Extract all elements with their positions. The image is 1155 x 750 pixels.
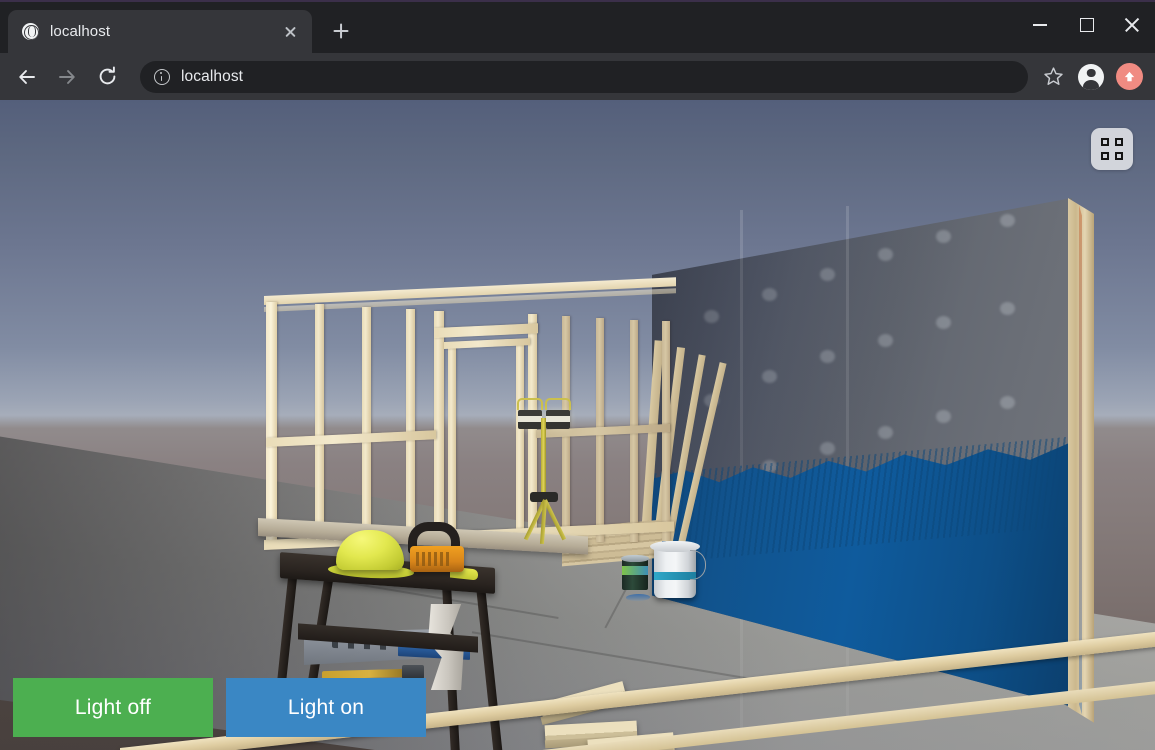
maximize-button[interactable] <box>1063 2 1109 46</box>
fullscreen-icon <box>1101 138 1123 160</box>
reload-icon <box>97 66 118 87</box>
work-lamp <box>546 410 570 429</box>
profile-button[interactable] <box>1074 60 1108 94</box>
bookmark-button[interactable] <box>1036 60 1070 94</box>
king-stud-left <box>434 311 444 544</box>
globe-icon <box>22 23 39 40</box>
stud <box>266 302 277 544</box>
light-off-button[interactable]: Light off <box>13 678 213 737</box>
paint-can-lid <box>621 555 649 562</box>
browser-toolbar: localhost <box>0 53 1155 100</box>
tab-strip: localhost <box>0 2 1155 53</box>
close-icon[interactable] <box>278 20 302 44</box>
upload-arrow-icon <box>1122 69 1137 84</box>
reload-button[interactable] <box>90 60 124 94</box>
minimize-icon <box>1033 17 1047 31</box>
address-bar[interactable]: localhost <box>140 61 1028 93</box>
url-text: localhost <box>181 68 243 86</box>
3d-scene <box>0 100 1155 750</box>
fullscreen-button[interactable] <box>1091 128 1133 170</box>
avatar <box>1078 64 1104 90</box>
update-button[interactable] <box>1116 63 1143 90</box>
tab-title: localhost <box>50 23 267 40</box>
door-jamb-left <box>448 345 456 543</box>
work-light-tripod <box>516 400 572 540</box>
lamp-handle <box>545 398 571 410</box>
close-window-icon <box>1125 17 1139 31</box>
close-window-button[interactable] <box>1109 2 1155 46</box>
stud <box>406 309 415 544</box>
info-icon[interactable] <box>154 69 170 85</box>
paint-can-label <box>622 566 648 575</box>
tab-localhost[interactable]: localhost <box>8 10 312 53</box>
light-controls: Light off Light on <box>13 678 426 737</box>
chainsaw-vents <box>416 552 450 566</box>
star-icon <box>1043 66 1064 87</box>
browser-window: localhost <box>0 0 1155 750</box>
door-header <box>434 323 538 338</box>
forward-arrow-icon <box>57 67 77 87</box>
window-controls <box>1017 2 1155 46</box>
lamp-handle <box>517 398 543 410</box>
webgl-viewport[interactable]: Light off Light on <box>0 100 1155 750</box>
light-on-button[interactable]: Light on <box>226 678 426 737</box>
stud <box>362 307 371 544</box>
maximize-icon <box>1079 17 1093 31</box>
work-lamp <box>518 410 542 429</box>
hammer-head <box>402 665 424 679</box>
back-arrow-icon <box>17 67 37 87</box>
new-tab-button[interactable] <box>326 16 356 46</box>
bench-leg <box>476 586 504 750</box>
back-button[interactable] <box>10 60 44 94</box>
forward-button[interactable] <box>50 60 84 94</box>
minimize-button[interactable] <box>1017 2 1063 46</box>
stud <box>315 304 324 544</box>
